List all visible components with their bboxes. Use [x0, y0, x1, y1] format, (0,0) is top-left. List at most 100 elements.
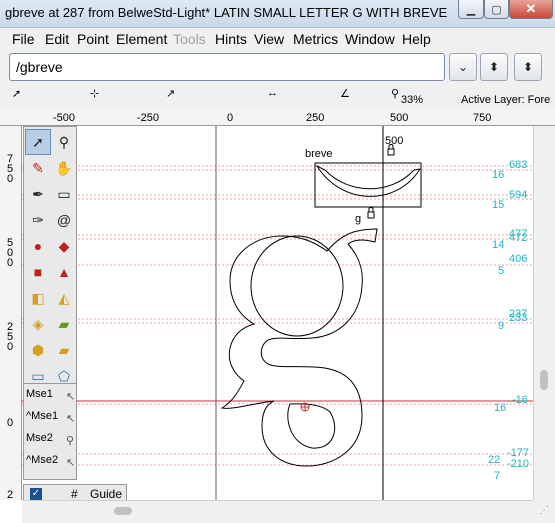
pointer-icon: ↖ — [66, 391, 76, 403]
ruler-label: 250 — [306, 112, 325, 124]
mouse-label: ^Mse1 — [26, 410, 59, 422]
pointer-info-icon: ➚ — [12, 88, 22, 100]
scale-tool-icon[interactable]: ◧ — [25, 285, 51, 311]
menu-edit[interactable]: Edit — [45, 31, 69, 47]
ruler-label: 500 — [390, 112, 409, 124]
tool-palette: ➚ ⚲ ✎ ✋ ✒ ▭ ✑ @ ● ◆ ■ ▲ ◧ ◭ ◈ ▰ ⬢ ▰ ▭ ⬠ — [23, 126, 77, 384]
hint-value: -16 — [512, 394, 528, 406]
prev-next-button[interactable]: ⬍ — [480, 53, 508, 81]
horizontal-scrollbar[interactable] — [22, 500, 533, 523]
vertical-scrollbar[interactable] — [533, 126, 555, 500]
point-info-icon: ⊹ — [90, 88, 100, 100]
hint-value: 594 — [509, 189, 528, 201]
hint-value: 14 — [492, 239, 505, 251]
horizontal-scroll-thumb[interactable] — [114, 507, 132, 515]
chevron-down-icon: ⌄ — [457, 60, 469, 74]
tangent-point-tool-icon[interactable]: ■ — [25, 259, 51, 285]
breve-anchor-label: breve — [305, 148, 333, 160]
tool-info-row: ➚ ⊹ ↗ ↔ ∠ ⚲ 33% Active Layer: Fore — [0, 85, 555, 110]
glyph-name-input[interactable]: /gbreve — [9, 53, 445, 81]
ruler-label: 2 — [7, 489, 14, 501]
mouse-label: Mse2 — [26, 432, 53, 444]
window-title: gbreve at 287 from BelweStd-Light* LATIN… — [5, 5, 448, 20]
mouse-label: ^Mse2 — [26, 454, 59, 466]
glyph-row: /gbreve ⌄ ⬍ ⬍ — [0, 50, 555, 85]
pen-tool-icon[interactable]: ✒ — [25, 181, 51, 207]
curve-point-tool-icon[interactable]: ● — [25, 233, 51, 259]
corner-point-tool-icon[interactable]: ◆ — [51, 233, 77, 259]
scroll-button[interactable]: ⬍ — [514, 53, 542, 81]
left-ruler[interactable]: 750 500 250 0 2 — [0, 126, 22, 500]
pointer-tool-icon[interactable]: ➚ — [25, 129, 51, 155]
menu-view[interactable]: View — [254, 31, 284, 47]
hint-value: 16 — [494, 402, 507, 414]
distance-info-icon: ↔ — [267, 87, 278, 99]
rotate-tool-icon[interactable]: ◈ — [25, 311, 51, 337]
hint-value: 472 — [509, 232, 528, 244]
active-layer: Active Layer: Fore — [461, 94, 551, 106]
close-button[interactable]: ✕ — [509, 0, 553, 19]
freehand-tool-icon[interactable]: ✎ — [25, 155, 51, 181]
mouse-button-panel: Mse1 ↖ ^Mse1 ↖ Mse2 ⚲ ^Mse2 ↖ — [23, 384, 77, 480]
ruler-label: 500 — [7, 237, 14, 269]
glyph-dropdown-button[interactable]: ⌄ — [449, 53, 477, 81]
hint-value: 5 — [498, 265, 505, 277]
hint-value: 7 — [494, 470, 501, 482]
hint-value: 16 — [492, 169, 505, 181]
resize-grip-icon: ⋰ — [539, 505, 549, 516]
menu-tools[interactable]: Tools — [173, 31, 206, 47]
maximize-button[interactable]: ▢ — [484, 0, 509, 19]
ruler-tool-icon[interactable]: ▭ — [51, 181, 77, 207]
up-down-small-icon: ⬍ — [522, 60, 534, 74]
g-anchor-label: g — [355, 213, 362, 225]
angle-info-icon: ∠ — [340, 88, 350, 100]
hint-value: 233 — [509, 312, 528, 324]
layer-hash: # — [71, 487, 78, 501]
ruler-label: 250 — [7, 321, 14, 353]
top-ruler[interactable]: -500 -250 0 250 500 750 — [0, 110, 555, 126]
magnify-icon: ⚲ — [66, 435, 75, 447]
magnify-tool-icon[interactable]: ⚲ — [51, 129, 77, 155]
pointer-icon: ↖ — [66, 457, 76, 469]
minimize-button[interactable]: ▁ — [458, 0, 484, 19]
menu-point[interactable]: Point — [77, 31, 109, 47]
mouse-label: Mse1 — [26, 388, 53, 400]
menu-bar: File Edit Point Element Tools Hints View… — [0, 28, 555, 50]
menu-element[interactable]: Element — [116, 31, 167, 47]
scroll-hand-tool-icon[interactable]: ✋ — [51, 155, 77, 181]
minimize-icon: ▁ — [466, 3, 476, 16]
vertical-scroll-thumb[interactable] — [540, 370, 548, 390]
menu-window[interactable]: Window — [345, 31, 395, 47]
hvcurve-tool-icon[interactable]: ▲ — [51, 259, 77, 285]
menu-hints[interactable]: Hints — [215, 31, 247, 47]
up-down-icon: ⬍ — [488, 60, 500, 74]
ruler-label: 0 — [7, 417, 14, 429]
perspective-tool-icon[interactable]: ▰ — [51, 337, 77, 363]
zoom-level: 33% — [401, 94, 424, 106]
flip-tool-icon[interactable]: ◭ — [51, 285, 77, 311]
menu-help[interactable]: Help — [402, 31, 431, 47]
menu-file[interactable]: File — [12, 31, 35, 47]
knife-tool-icon[interactable]: ✑ — [25, 207, 51, 233]
ruler-label: 0 — [227, 112, 234, 124]
layer-visible-checkbox[interactable]: ✓ — [30, 488, 42, 500]
3d-rotate-tool-icon[interactable]: ⬢ — [25, 337, 51, 363]
glyph-outline-svg — [22, 126, 533, 500]
spiro-tool-icon[interactable]: @ — [51, 207, 77, 233]
pointer-icon: ↖ — [66, 413, 76, 425]
menu-metrics[interactable]: Metrics — [293, 31, 338, 47]
glyph-canvas[interactable]: 500 breve g 683 16 594 15 477 472 14 406… — [22, 126, 533, 500]
title-bar: gbreve at 287 from BelweStd-Light* LATIN… — [0, 0, 555, 28]
hint-value: 9 — [498, 320, 505, 332]
hint-value: 683 — [509, 159, 528, 171]
hint-value: 22 — [488, 454, 501, 466]
maximize-icon: ▢ — [491, 3, 502, 16]
resize-grip[interactable]: ⋰ — [533, 500, 555, 523]
layer-name[interactable]: Guide — [90, 487, 122, 501]
offset-info-icon: ↗ — [166, 88, 176, 100]
skew-tool-icon[interactable]: ▰ — [51, 311, 77, 337]
hint-value: 15 — [492, 199, 505, 211]
hint-value: 406 — [509, 253, 528, 265]
advance-width-label: 500 — [385, 135, 404, 147]
ruler-label: 750 — [473, 112, 492, 124]
